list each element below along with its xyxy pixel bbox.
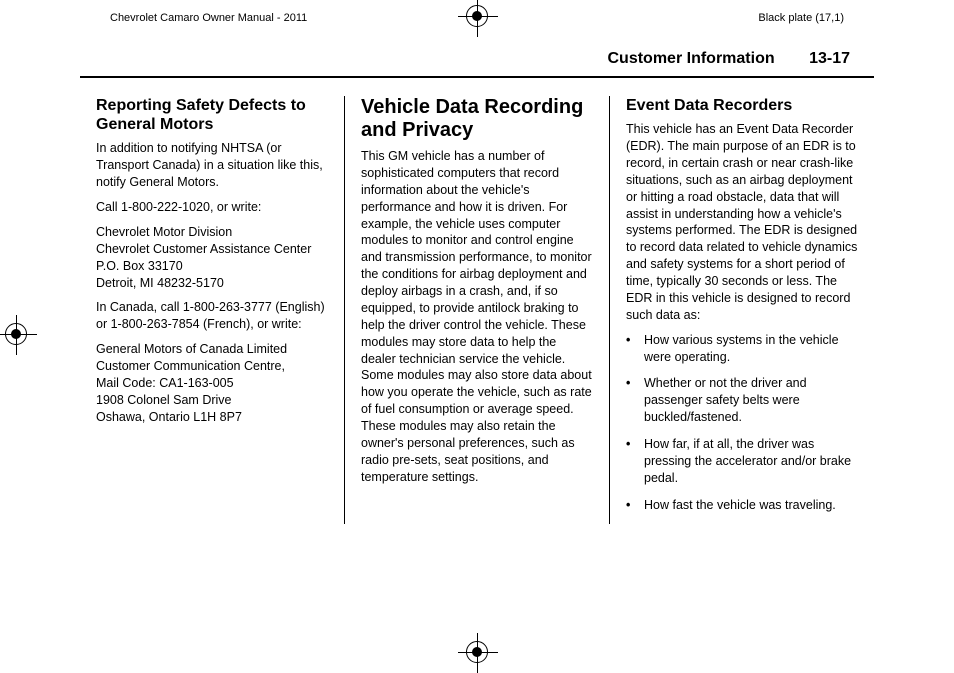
heading-reporting-defects: Reporting Safety Defects to General Moto… — [96, 96, 328, 134]
crop-mark-icon — [466, 5, 488, 27]
bullet-icon: • — [626, 332, 644, 366]
address-block: General Motors of Canada Limited Custome… — [96, 341, 328, 425]
list-item: •How various systems in the vehicle were… — [626, 332, 858, 366]
address-block: Chevrolet Motor Division Chevrolet Custo… — [96, 224, 328, 292]
bullet-icon: • — [626, 497, 644, 514]
page-frame: Customer Information 13-17 Reporting Saf… — [80, 42, 874, 524]
plate-label: Black plate (17,1) — [758, 12, 844, 24]
list-item: •How fast the vehicle was traveling. — [626, 497, 858, 514]
crop-mark-icon — [5, 323, 27, 345]
page-header: Customer Information 13-17 — [80, 42, 874, 78]
page-number: 13-17 — [809, 50, 850, 67]
column-left: Reporting Safety Defects to General Moto… — [80, 96, 344, 524]
heading-vehicle-data-privacy: Vehicle Data Recording and Privacy — [361, 96, 593, 142]
section-title: Customer Information — [608, 50, 775, 67]
body-text: In addition to notifying NHTSA (or Trans… — [96, 140, 328, 191]
bullet-icon: • — [626, 375, 644, 426]
list-item: •How far, if at all, the driver was pres… — [626, 436, 858, 487]
column-right: Event Data Recorders This vehicle has an… — [610, 96, 874, 524]
crop-mark-icon — [466, 641, 488, 663]
column-middle: Vehicle Data Recording and Privacy This … — [344, 96, 610, 524]
body-text: In Canada, call 1-800-263-3777 (English)… — [96, 299, 328, 333]
list-item: •Whether or not the driver and passenger… — [626, 375, 858, 426]
body-text: This GM vehicle has a number of sophisti… — [361, 148, 593, 486]
bullet-list: •How various systems in the vehicle were… — [626, 332, 858, 514]
body-text: Call 1-800-222-1020, or write: — [96, 199, 328, 216]
doc-title: Chevrolet Camaro Owner Manual - 2011 — [110, 12, 307, 24]
content-columns: Reporting Safety Defects to General Moto… — [80, 78, 874, 524]
body-text: This vehicle has an Event Data Recorder … — [626, 121, 858, 324]
heading-event-data-recorders: Event Data Recorders — [626, 96, 858, 115]
bullet-icon: • — [626, 436, 644, 487]
